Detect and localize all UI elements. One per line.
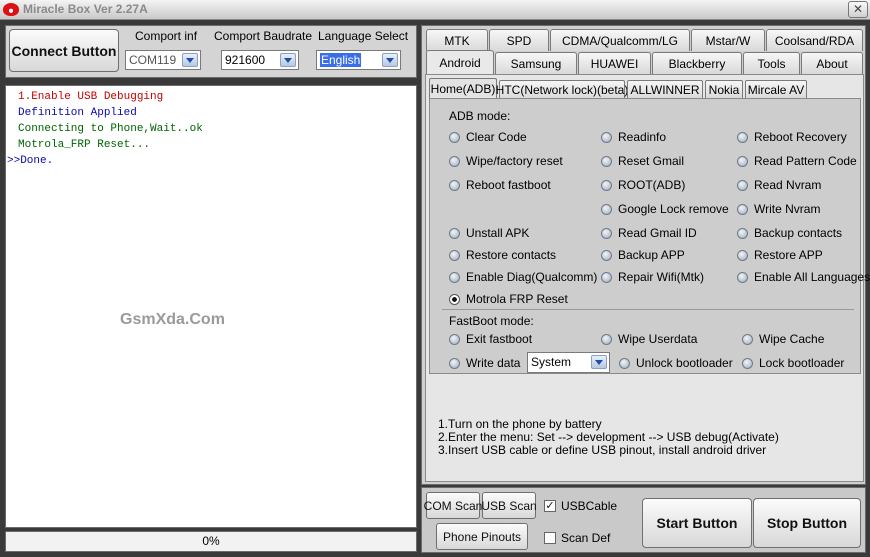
stop-button[interactable]: Stop Button [753, 498, 861, 548]
bottom-controls: COM Scan USB Scan ✓ USBCable Phone Pinou… [421, 487, 866, 553]
language-label: Language Select [318, 29, 409, 43]
subtab-allwinner[interactable]: ALLWINNER [627, 80, 703, 98]
tab-mtk[interactable]: MTK [426, 29, 488, 51]
tab-about[interactable]: About [801, 52, 863, 74]
subtab-miracle-av[interactable]: Mircale AV [745, 80, 807, 98]
log-output[interactable]: 1.Enable USB Debugging Definition Applie… [5, 85, 417, 528]
tab-tools[interactable]: Tools [743, 52, 800, 74]
connection-panel: Connect Button Comport inf COM119 Compor… [5, 25, 417, 78]
log-line: Definition Applied [18, 107, 137, 119]
connect-button[interactable]: Connect Button [9, 29, 119, 72]
baud-select[interactable]: 921600 [221, 50, 299, 70]
scan-def-label: Scan Def [561, 531, 611, 545]
comport-value: COM119 [129, 53, 177, 67]
tab-spd[interactable]: SPD [489, 29, 549, 51]
write-data-value: System [531, 355, 572, 369]
fastboot-mode-label: FastBoot mode: [449, 314, 534, 328]
tab-samsung[interactable]: Samsung [495, 52, 577, 74]
progress-bar: 0% [5, 531, 417, 552]
tab-android[interactable]: Android [426, 50, 494, 74]
com-scan-button[interactable]: COM Scan [424, 492, 482, 519]
baud-value: 921600 [225, 53, 266, 67]
language-select[interactable]: English [316, 50, 401, 70]
app-logo-icon [3, 3, 19, 16]
log-line: >>Done. [7, 155, 54, 167]
phone-pinouts-button[interactable]: Phone Pinouts [436, 523, 528, 550]
comport-label: Comport inf [135, 29, 198, 43]
start-button[interactable]: Start Button [642, 498, 752, 548]
subtab-htc[interactable]: HTC(Network lock)(beta) [496, 80, 628, 98]
instruction-line: 1.Turn on the phone by battery [438, 417, 602, 431]
home-adb-panel: ADB mode: Clear Code Wipe/factory reset … [429, 98, 870, 374]
tab-coolsand-rda[interactable]: Coolsand/RDA [766, 29, 863, 51]
log-line: Connecting to Phone,Wait..ok [18, 123, 203, 135]
title-bar: Miracle Box Ver 2.27A ✕ [0, 0, 870, 20]
chevron-down-icon[interactable] [182, 53, 198, 67]
tab-huawei[interactable]: HUAWEI [578, 52, 651, 74]
chevron-down-icon[interactable] [382, 53, 398, 67]
instruction-line: 2.Enter the menu: Set --> development --… [438, 430, 779, 444]
language-value: English [320, 53, 362, 67]
log-line: 1.Enable USB Debugging [18, 91, 164, 103]
tab-cdma-qualcomm-lg[interactable]: CDMA/Qualcomm/LG [550, 29, 690, 51]
chevron-down-icon[interactable] [280, 53, 296, 67]
android-tab-content: Home(ADB) HTC(Network lock)(beta) ALLWIN… [425, 74, 870, 482]
subtab-nokia[interactable]: Nokia [705, 80, 743, 98]
usb-scan-button[interactable]: USB Scan [481, 492, 537, 519]
write-data-select[interactable]: System [527, 352, 610, 373]
window-title: Miracle Box Ver 2.27A [23, 2, 148, 16]
watermark: GsmXda.Com [120, 311, 225, 328]
comport-select[interactable]: COM119 [125, 50, 201, 70]
tab-blackberry[interactable]: Blackberry [652, 52, 742, 74]
log-line: Motrola_FRP Reset... [18, 139, 151, 151]
scan-def-checkbox[interactable] [544, 532, 556, 544]
close-icon[interactable]: ✕ [848, 1, 868, 18]
tab-mstar[interactable]: Mstar/W [691, 29, 765, 51]
subtab-home-adb[interactable]: Home(ADB) [429, 78, 497, 98]
adb-mode-label: ADB mode: [449, 109, 511, 123]
main-panel: MTK SPD CDMA/Qualcomm/LG Mstar/W Coolsan… [421, 25, 870, 485]
divider [442, 309, 854, 310]
usb-cable-label: USBCable [561, 499, 618, 513]
baud-label: Comport Baudrate [214, 29, 313, 43]
chevron-down-icon[interactable] [591, 355, 607, 369]
instruction-line: 3.Insert USB cable or define USB pinout,… [438, 443, 767, 457]
usb-cable-checkbox[interactable]: ✓ [544, 500, 556, 512]
